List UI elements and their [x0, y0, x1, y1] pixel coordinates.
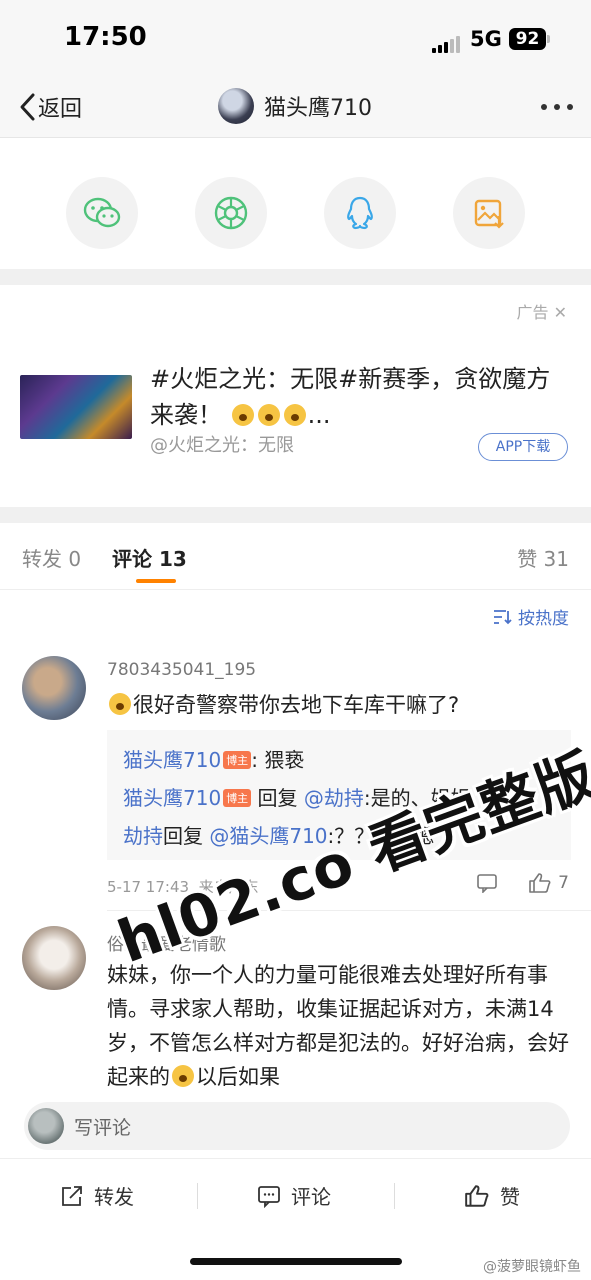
emoji-icon — [172, 1065, 194, 1087]
tab-indicator — [136, 579, 176, 583]
ad-close[interactable]: 广告 ✕ — [516, 299, 567, 323]
reply-author[interactable]: 猫头鹰710 — [123, 748, 221, 772]
sort-icon — [494, 609, 512, 624]
avatar — [28, 1108, 64, 1144]
scared-emoji-icon — [257, 404, 280, 426]
thumbs-up-icon — [529, 873, 551, 893]
home-indicator[interactable] — [190, 1258, 402, 1265]
repost-icon — [62, 1185, 82, 1206]
tab-comments[interactable]: 评论 13 — [112, 543, 187, 572]
comment-icon — [258, 1185, 280, 1208]
ad-card[interactable]: 广告 ✕ #火炬之光：无限#新赛季，贪欲魔方来袭！ ... @火炬之光：无限 A… — [0, 285, 591, 507]
reply-author[interactable]: 劫持 — [123, 824, 163, 848]
wechat-icon — [83, 197, 121, 228]
page-title: 猫头鹰710 — [264, 96, 372, 121]
tab-bar: 转发 0 评论 13 赞 31 — [0, 523, 591, 590]
reply-item: 猫头鹰710 博主: 猥亵 — [123, 744, 304, 773]
divider — [394, 1183, 395, 1209]
comment-label: 评论 — [291, 1185, 331, 1209]
comment-text-body: 很好奇警察带你去地下车库干嘛了? — [133, 693, 460, 717]
share-row — [0, 139, 591, 269]
thumbs-up-icon — [465, 1184, 489, 1207]
qq-icon — [347, 196, 373, 230]
reply-text: 回复 — [163, 824, 210, 848]
back-label: 返回 — [38, 97, 83, 122]
scared-emoji-icon — [283, 404, 306, 426]
reply-icon — [477, 874, 497, 893]
credit-watermark: @菠萝眼镜虾鱼 — [483, 1259, 581, 1275]
doge-emoji-icon — [109, 693, 131, 715]
save-image-button[interactable] — [453, 177, 525, 249]
author-badge: 博主 — [223, 789, 252, 807]
tab-likes[interactable]: 赞 31 — [517, 543, 569, 572]
ad-thumbnail[interactable] — [20, 375, 132, 439]
sort-button[interactable]: 按热度 — [492, 604, 569, 629]
app-screen: { "status_bar": { "time": "17:50", "netw… — [0, 0, 591, 1280]
repost-button[interactable]: 转发 — [60, 1181, 134, 1210]
chevron-left-icon — [20, 93, 35, 121]
avatar[interactable] — [22, 656, 86, 720]
status-time: 17:50 — [64, 22, 147, 52]
reply-mention[interactable]: @劫持 — [304, 786, 364, 810]
battery-icon: 92 — [509, 28, 546, 50]
signal-icon — [432, 34, 462, 53]
save-image-icon — [474, 199, 504, 229]
divider — [197, 1183, 198, 1209]
reply-author[interactable]: 猫头鹰710 — [123, 786, 221, 810]
like-count: 7 — [558, 873, 569, 893]
status-bar: 17:50 5G 92 — [0, 0, 591, 78]
more-icon[interactable] — [534, 104, 573, 110]
section-divider — [0, 507, 591, 523]
write-comment-input[interactable]: 写评论 — [24, 1102, 570, 1150]
app-download-button[interactable]: APP下载 — [478, 433, 568, 461]
comment-text-tail: 以后如果 — [196, 1065, 280, 1089]
network-type: 5G — [470, 27, 502, 51]
comment-like-button[interactable]: 7 — [476, 872, 569, 894]
share-qq-button[interactable] — [324, 177, 396, 249]
tab-repost[interactable]: 转发 0 — [22, 543, 81, 572]
write-comment-bar: 写评论 — [0, 1098, 591, 1158]
reply-text: 回复 — [251, 786, 304, 810]
comment-username[interactable]: 7803435041_195 — [107, 660, 256, 680]
repost-label: 转发 — [94, 1185, 134, 1209]
scared-emoji-icon — [231, 404, 254, 426]
avatar — [218, 88, 254, 124]
comment-text: 很好奇警察带你去地下车库干嘛了? — [107, 688, 577, 722]
battery-tip — [547, 35, 550, 43]
moments-icon — [214, 196, 248, 230]
ad-tag-label: 广告 — [516, 303, 549, 322]
section-divider — [0, 269, 591, 285]
nav-bar: 返回 猫头鹰710 — [0, 78, 591, 138]
back-button[interactable]: 返回 — [18, 90, 82, 124]
like-button[interactable]: 赞 — [464, 1181, 520, 1210]
comment-button[interactable]: 评论 — [257, 1181, 331, 1210]
reply-text: : 猥亵 — [251, 748, 305, 772]
like-label: 赞 — [500, 1185, 520, 1209]
share-wechat-button[interactable] — [66, 177, 138, 249]
ad-text: #火炬之光：无限#新赛季，贪欲魔方来袭！ ... — [150, 365, 551, 429]
avatar[interactable] — [22, 926, 86, 990]
nav-user[interactable]: 猫头鹰710 — [218, 88, 372, 124]
comment-text: 妹妹，你一个人的力量可能很难去处理好所有事情。寻求家人帮助，收集证据起诉对方，未… — [107, 958, 573, 1098]
author-badge: 博主 — [223, 751, 252, 769]
ad-source: @火炬之光：无限 — [150, 435, 294, 456]
share-moments-button[interactable] — [195, 177, 267, 249]
write-comment-placeholder: 写评论 — [74, 1116, 132, 1139]
ad-text-body: #火炬之光：无限#新赛季，贪欲魔方来袭！ — [150, 365, 551, 429]
sort-label: 按热度 — [518, 609, 569, 629]
